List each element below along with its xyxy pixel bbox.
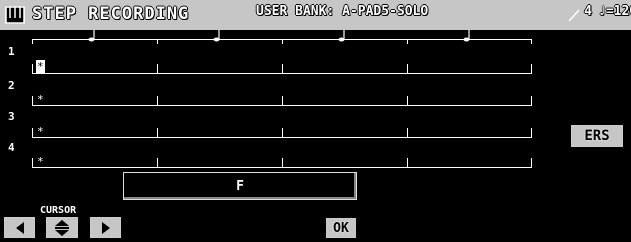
ruler-tick (531, 39, 532, 44)
cursor-label: CURSOR (40, 205, 77, 216)
title-bar: STEP RECORDING USER BANK: A-PAD5-SOLO 4 … (0, 0, 631, 30)
step-cursor[interactable]: * (36, 60, 45, 73)
measure-bar (282, 158, 283, 168)
ruler-tick (407, 39, 408, 44)
step-marker: * (37, 125, 44, 138)
quarter-note-icon (338, 30, 345, 42)
ruler-tick (282, 39, 283, 44)
note-value-field[interactable]: F (123, 172, 357, 200)
meter-value: 4 (584, 4, 592, 19)
user-bank-label: USER BANK: A-PAD5-SOLO (256, 4, 429, 19)
measure-bar (407, 64, 408, 74)
measure-bar (531, 158, 532, 168)
measure-bar (282, 64, 283, 74)
note-value: F (236, 179, 244, 194)
track-number: 1 (8, 45, 15, 58)
cursor-up-down-button[interactable] (46, 217, 78, 238)
erase-button-label: ERS (584, 128, 610, 144)
step-marker: * (37, 93, 44, 106)
ruler-tick (157, 39, 158, 44)
measure-bar (157, 96, 158, 106)
measure-bar (407, 158, 408, 168)
measure-bar (32, 128, 33, 138)
measure-bar (32, 158, 33, 168)
quarter-note-icon (88, 30, 95, 42)
step-recording-screen: STEP RECORDING USER BANK: A-PAD5-SOLO 4 … (0, 0, 631, 242)
quarter-note-icon (213, 30, 220, 42)
tempo-value: ♩=120 (598, 4, 631, 19)
track-number: 2 (8, 79, 15, 92)
keyboard-icon (5, 6, 25, 24)
ok-button-label: OK (333, 220, 349, 236)
page-title: STEP RECORDING (32, 4, 190, 24)
measure-bar (531, 128, 532, 138)
track-number: 3 (8, 110, 15, 123)
arrow-up-down-icon (55, 219, 69, 236)
measure-bar (407, 128, 408, 138)
measure-bar (157, 64, 158, 74)
measure-bar (407, 96, 408, 106)
ok-button[interactable]: OK (326, 218, 356, 238)
ruler-tick (32, 39, 33, 44)
cursor-left-button[interactable] (4, 217, 35, 238)
measure-bar (282, 96, 283, 106)
measure-bar (531, 96, 532, 106)
track-number: 4 (8, 141, 15, 154)
arrow-left-icon (15, 221, 24, 234)
cursor-right-button[interactable] (90, 217, 121, 238)
measure-bar (282, 128, 283, 138)
measure-bar (157, 128, 158, 138)
step-marker: * (37, 155, 44, 168)
measure-bar (32, 96, 33, 106)
erase-button[interactable]: ERS (571, 125, 623, 147)
arrow-right-icon (101, 221, 110, 234)
quarter-note-icon (463, 30, 470, 42)
measure-bar (32, 64, 33, 74)
measure-bar (157, 158, 158, 168)
measure-bar (531, 64, 532, 74)
